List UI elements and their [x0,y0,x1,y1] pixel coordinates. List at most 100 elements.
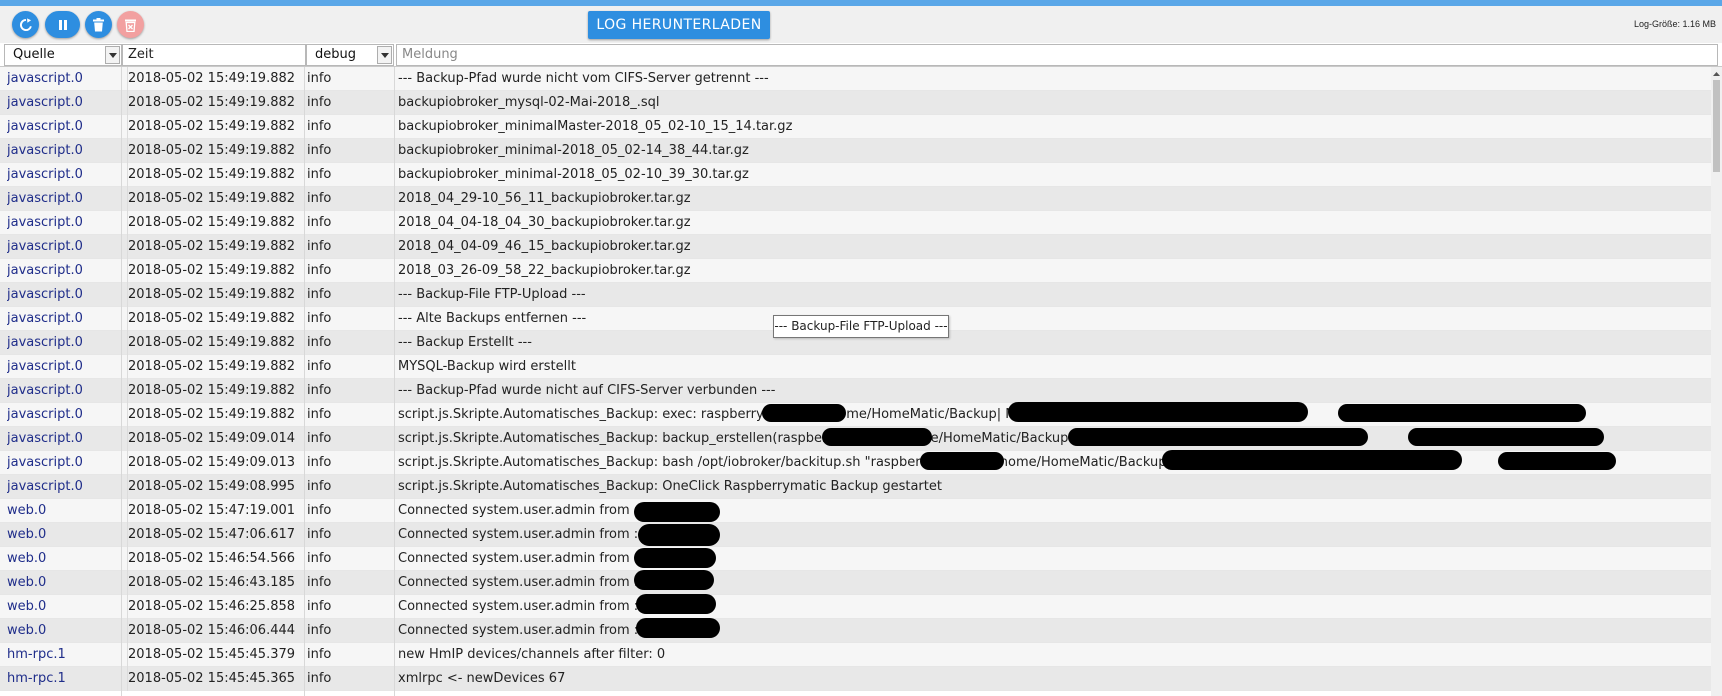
log-source-cell: javascript.0 [7,383,83,398]
log-time-cell: 2018-05-02 15:45:45.365 [127,667,302,691]
log-severity-cell: info [307,143,332,158]
table-row[interactable]: javascript.0 2018-05-02 15:49:19.882 info b… [0,163,1712,187]
scroll-up-icon[interactable] [1711,69,1722,79]
log-message-cell: backupiobroker_mysql-02-Mai-2018_.sql [398,95,660,110]
table-row[interactable]: javascript.0 2018-05-02 15:49:19.882 info 2… [0,187,1712,211]
log-severity-cell: info [307,119,332,134]
severity-filter-select[interactable]: debug [306,44,394,66]
log-message-cell: backupiobroker_minimalMaster-2018_05_02-… [398,119,793,134]
log-time-cell: 2018-05-02 15:49:19.882 [127,403,302,427]
table-row[interactable]: javascript.0 2018-05-02 15:49:19.882 info -… [0,67,1712,91]
table-row[interactable]: hm-rpc.1 2018-05-02 15:45:45.379 info new H… [0,643,1712,667]
severity-filter-value: debug [315,47,356,62]
log-time-cell: 2018-05-02 15:46:54.566 [127,547,302,571]
log-message-cell: MYSQL-Backup wird erstellt [398,359,576,374]
vertical-scrollbar[interactable] [1711,67,1722,696]
source-filter-select[interactable]: Quelle [4,44,122,66]
redaction-mark [1068,428,1368,446]
log-message-cell: backupiobroker_minimal-2018_05_02-14_38_… [398,143,749,158]
log-time-cell: 2018-05-02 15:49:19.882 [127,91,302,115]
log-source-cell: web.0 [7,575,47,590]
filter-bar: Quelle Zeit debug Meldung [0,43,1722,67]
pause-button[interactable] [45,11,80,38]
log-source-cell: javascript.0 [7,431,83,446]
table-row[interactable]: javascript.0 2018-05-02 15:49:19.882 info b… [0,91,1712,115]
redaction-mark [1008,402,1308,422]
table-row[interactable]: web.0 2018-05-02 15:47:19.001 info Connecte… [0,499,1712,523]
log-time-cell: 2018-05-02 15:49:19.882 [127,283,302,307]
table-row[interactable]: javascript.0 2018-05-02 15:49:19.882 info b… [0,115,1712,139]
log-source-cell: web.0 [7,551,47,566]
message-filter-placeholder: Meldung [402,47,458,62]
refresh-button[interactable] [12,11,39,38]
log-message-cell: Connected system.user.admin from ::ffff: [398,623,665,638]
table-row[interactable]: web.0 2018-05-02 15:46:25.858 info Connecte… [0,595,1712,619]
log-severity-cell: info [307,455,332,470]
log-severity-cell: info [307,287,332,302]
log-table: javascript.0 2018-05-02 15:49:19.882 info -… [0,67,1712,696]
log-time-cell: 2018-05-02 15:49:19.882 [127,211,302,235]
log-message-cell: 2018_03_26-09_58_22_backupiobroker.tar.g… [398,263,691,278]
log-time-cell: 2018-05-02 15:49:19.882 [127,355,302,379]
log-source-cell: javascript.0 [7,287,83,302]
table-row[interactable]: javascript.0 2018-05-02 15:49:19.882 info 2… [0,259,1712,283]
log-time-cell: 2018-05-02 15:45:45.379 [127,643,302,667]
log-source-cell: web.0 [7,527,47,542]
log-message-cell: script.js.Skripte.Automatisches_Backup: … [398,479,942,494]
trash-icon [93,17,104,31]
log-source-cell: javascript.0 [7,95,83,110]
redaction-mark [636,618,720,638]
log-message-cell: --- Backup-Pfad wurde nicht vom CIFS-Ser… [398,71,769,86]
log-time-cell: 2018-05-02 15:49:19.882 [127,187,302,211]
log-source-cell: web.0 [7,599,47,614]
log-severity-cell: info [307,647,332,662]
log-severity-cell: info [307,671,332,686]
table-row[interactable]: javascript.0 2018-05-02 15:49:19.882 info b… [0,139,1712,163]
table-row[interactable]: web.0 2018-05-02 15:46:54.566 info Connecte… [0,547,1712,571]
log-severity-cell: info [307,575,332,590]
log-source-cell: javascript.0 [7,143,83,158]
log-source-cell: web.0 [7,623,47,638]
scrollbar-thumb[interactable] [1713,80,1720,172]
chevron-down-icon [105,46,120,64]
log-time-cell: 2018-05-02 15:49:19.882 [127,259,302,283]
redaction-mark [920,452,1004,470]
table-row[interactable]: javascript.0 2018-05-02 15:49:19.882 info -… [0,379,1712,403]
table-row[interactable]: javascript.0 2018-05-02 15:49:19.882 info 2… [0,235,1712,259]
delete-file-icon [125,19,136,32]
log-time-cell: 2018-05-02 15:49:19.882 [127,307,302,331]
clear-log-button[interactable] [85,11,112,38]
toolbar: LOG HERUNTERLADEN Log-Größe: 1.16 MB [0,6,1722,43]
table-row[interactable]: hm-rpc.1 2018-05-02 15:45:45.365 info xmlrp… [0,667,1712,691]
log-source-cell: javascript.0 [7,239,83,254]
table-row[interactable]: javascript.0 2018-05-02 15:49:19.882 info M… [0,355,1712,379]
download-log-button[interactable]: LOG HERUNTERLADEN [588,11,770,39]
log-severity-cell: info [307,503,332,518]
time-filter-label: Zeit [128,47,154,62]
log-time-cell: 2018-05-02 15:47:19.001 [127,499,302,523]
table-row[interactable]: javascript.0 2018-05-02 15:49:08.995 info s… [0,475,1712,499]
message-filter-input[interactable]: Meldung [396,44,1718,66]
redaction-mark [634,570,714,590]
log-time-cell: 2018-05-02 15:49:09.014 [127,427,302,451]
table-row[interactable]: web.0 2018-05-02 15:47:06.617 info Connecte… [0,523,1712,547]
redaction-mark [822,428,932,446]
delete-log-file-button[interactable] [117,11,144,38]
log-source-cell: javascript.0 [7,479,83,494]
refresh-icon [19,17,32,31]
log-severity-cell: info [307,95,332,110]
table-row[interactable]: web.0 2018-05-02 15:46:43.185 info Connecte… [0,571,1712,595]
log-time-cell: 2018-05-02 15:46:06.444 [127,619,302,643]
table-row[interactable]: javascript.0 2018-05-02 15:49:19.882 info -… [0,283,1712,307]
time-filter-field[interactable]: Zeit [122,44,306,66]
log-severity-cell: info [307,599,332,614]
table-row[interactable]: web.0 2018-05-02 15:46:06.444 info Connecte… [0,619,1712,643]
log-source-cell: hm-rpc.1 [7,671,66,686]
log-time-cell: 2018-05-02 15:49:09.013 [127,451,302,475]
log-size-label: Log-Größe: 1.16 MB [1633,19,1716,29]
redaction-mark [1162,450,1462,470]
table-row[interactable]: javascript.0 2018-05-02 15:49:19.882 info 2… [0,211,1712,235]
log-severity-cell: info [307,527,332,542]
log-source-cell: hm-rpc.1 [7,647,66,662]
log-source-cell: javascript.0 [7,407,83,422]
